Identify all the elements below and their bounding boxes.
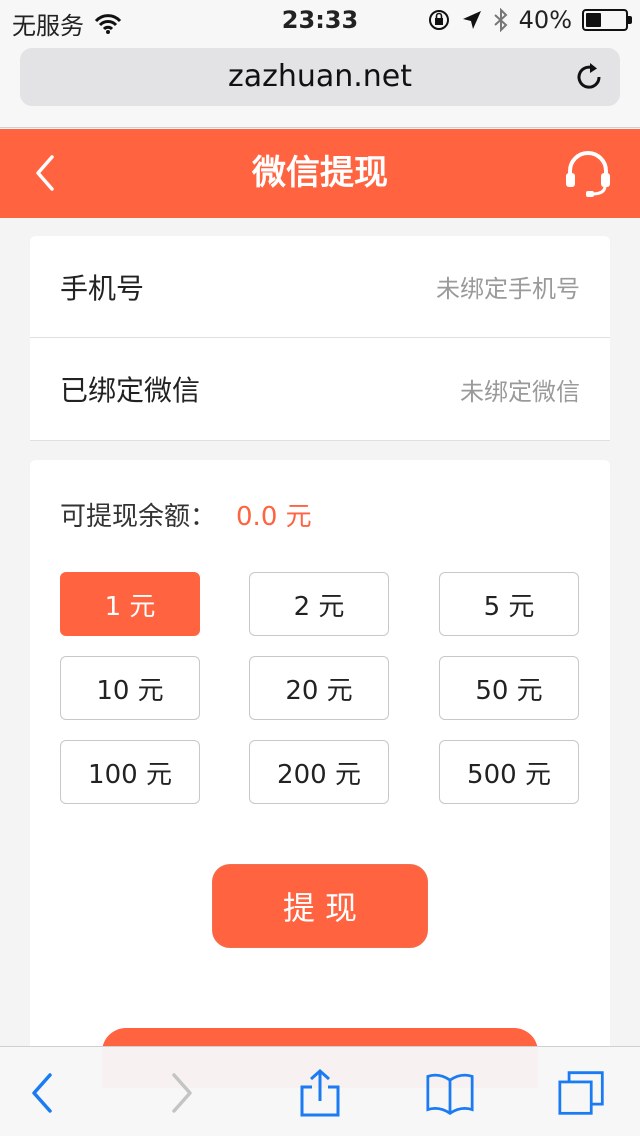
balance-row: 可提现余额： 0.0 元 — [60, 496, 312, 533]
amount-option-2[interactable]: 2 元 — [249, 572, 389, 636]
amount-option-200[interactable]: 200 元 — [249, 740, 389, 804]
withdraw-card: 可提现余额： 0.0 元 1 元 2 元 5 元 10 元 20 元 50 元 … — [30, 460, 610, 1088]
address-field[interactable]: zazhuan.net — [20, 48, 620, 106]
amount-option-50[interactable]: 50 元 — [439, 656, 579, 720]
wechat-row[interactable]: 已绑定微信 未绑定微信 — [30, 338, 610, 441]
withdraw-button[interactable]: 提现 — [212, 864, 428, 948]
phone-row[interactable]: 手机号 未绑定手机号 — [30, 236, 610, 338]
battery-icon — [582, 9, 632, 31]
bluetooth-icon — [493, 8, 508, 32]
battery-percent: 40% — [518, 6, 572, 34]
location-arrow-icon — [462, 11, 481, 29]
amount-option-5[interactable]: 5 元 — [439, 572, 579, 636]
page-title: 微信提现 — [252, 153, 388, 193]
amount-options: 1 元 2 元 5 元 10 元 20 元 50 元 100 元 200 元 5… — [60, 572, 580, 804]
balance-label: 可提现余额： — [60, 502, 217, 532]
share-icon[interactable] — [296, 1069, 344, 1117]
reload-icon[interactable] — [572, 60, 606, 94]
app-header: 微信提现 — [0, 129, 640, 218]
status-bar: 无服务 23:33 40% — [0, 0, 640, 40]
tabs-icon[interactable] — [558, 1069, 606, 1117]
orientation-lock-icon — [428, 10, 449, 30]
binding-info-card: 手机号 未绑定手机号 已绑定微信 未绑定微信 — [30, 236, 610, 441]
phone-label: 手机号 — [60, 271, 145, 305]
battery-level — [586, 13, 601, 27]
phone-value: 未绑定手机号 — [436, 275, 580, 303]
headset-icon[interactable] — [562, 147, 614, 199]
browser-bar: zazhuan.net — [0, 40, 640, 128]
bookmarks-icon[interactable] — [426, 1069, 474, 1117]
browser-toolbar — [0, 1046, 640, 1136]
back-icon[interactable] — [18, 1069, 66, 1117]
amount-option-1[interactable]: 1 元 — [60, 572, 200, 636]
wechat-label: 已绑定微信 — [60, 374, 201, 407]
forward-icon[interactable] — [158, 1069, 206, 1117]
amount-option-500[interactable]: 500 元 — [439, 740, 579, 804]
url-text: zazhuan.net — [227, 59, 413, 94]
wechat-value: 未绑定微信 — [460, 377, 580, 406]
balance-value: 0.0 元 — [236, 502, 312, 532]
amount-option-100[interactable]: 100 元 — [60, 740, 200, 804]
amount-option-10[interactable]: 10 元 — [60, 656, 200, 720]
amount-option-20[interactable]: 20 元 — [249, 656, 389, 720]
status-right: 40% — [427, 6, 632, 34]
